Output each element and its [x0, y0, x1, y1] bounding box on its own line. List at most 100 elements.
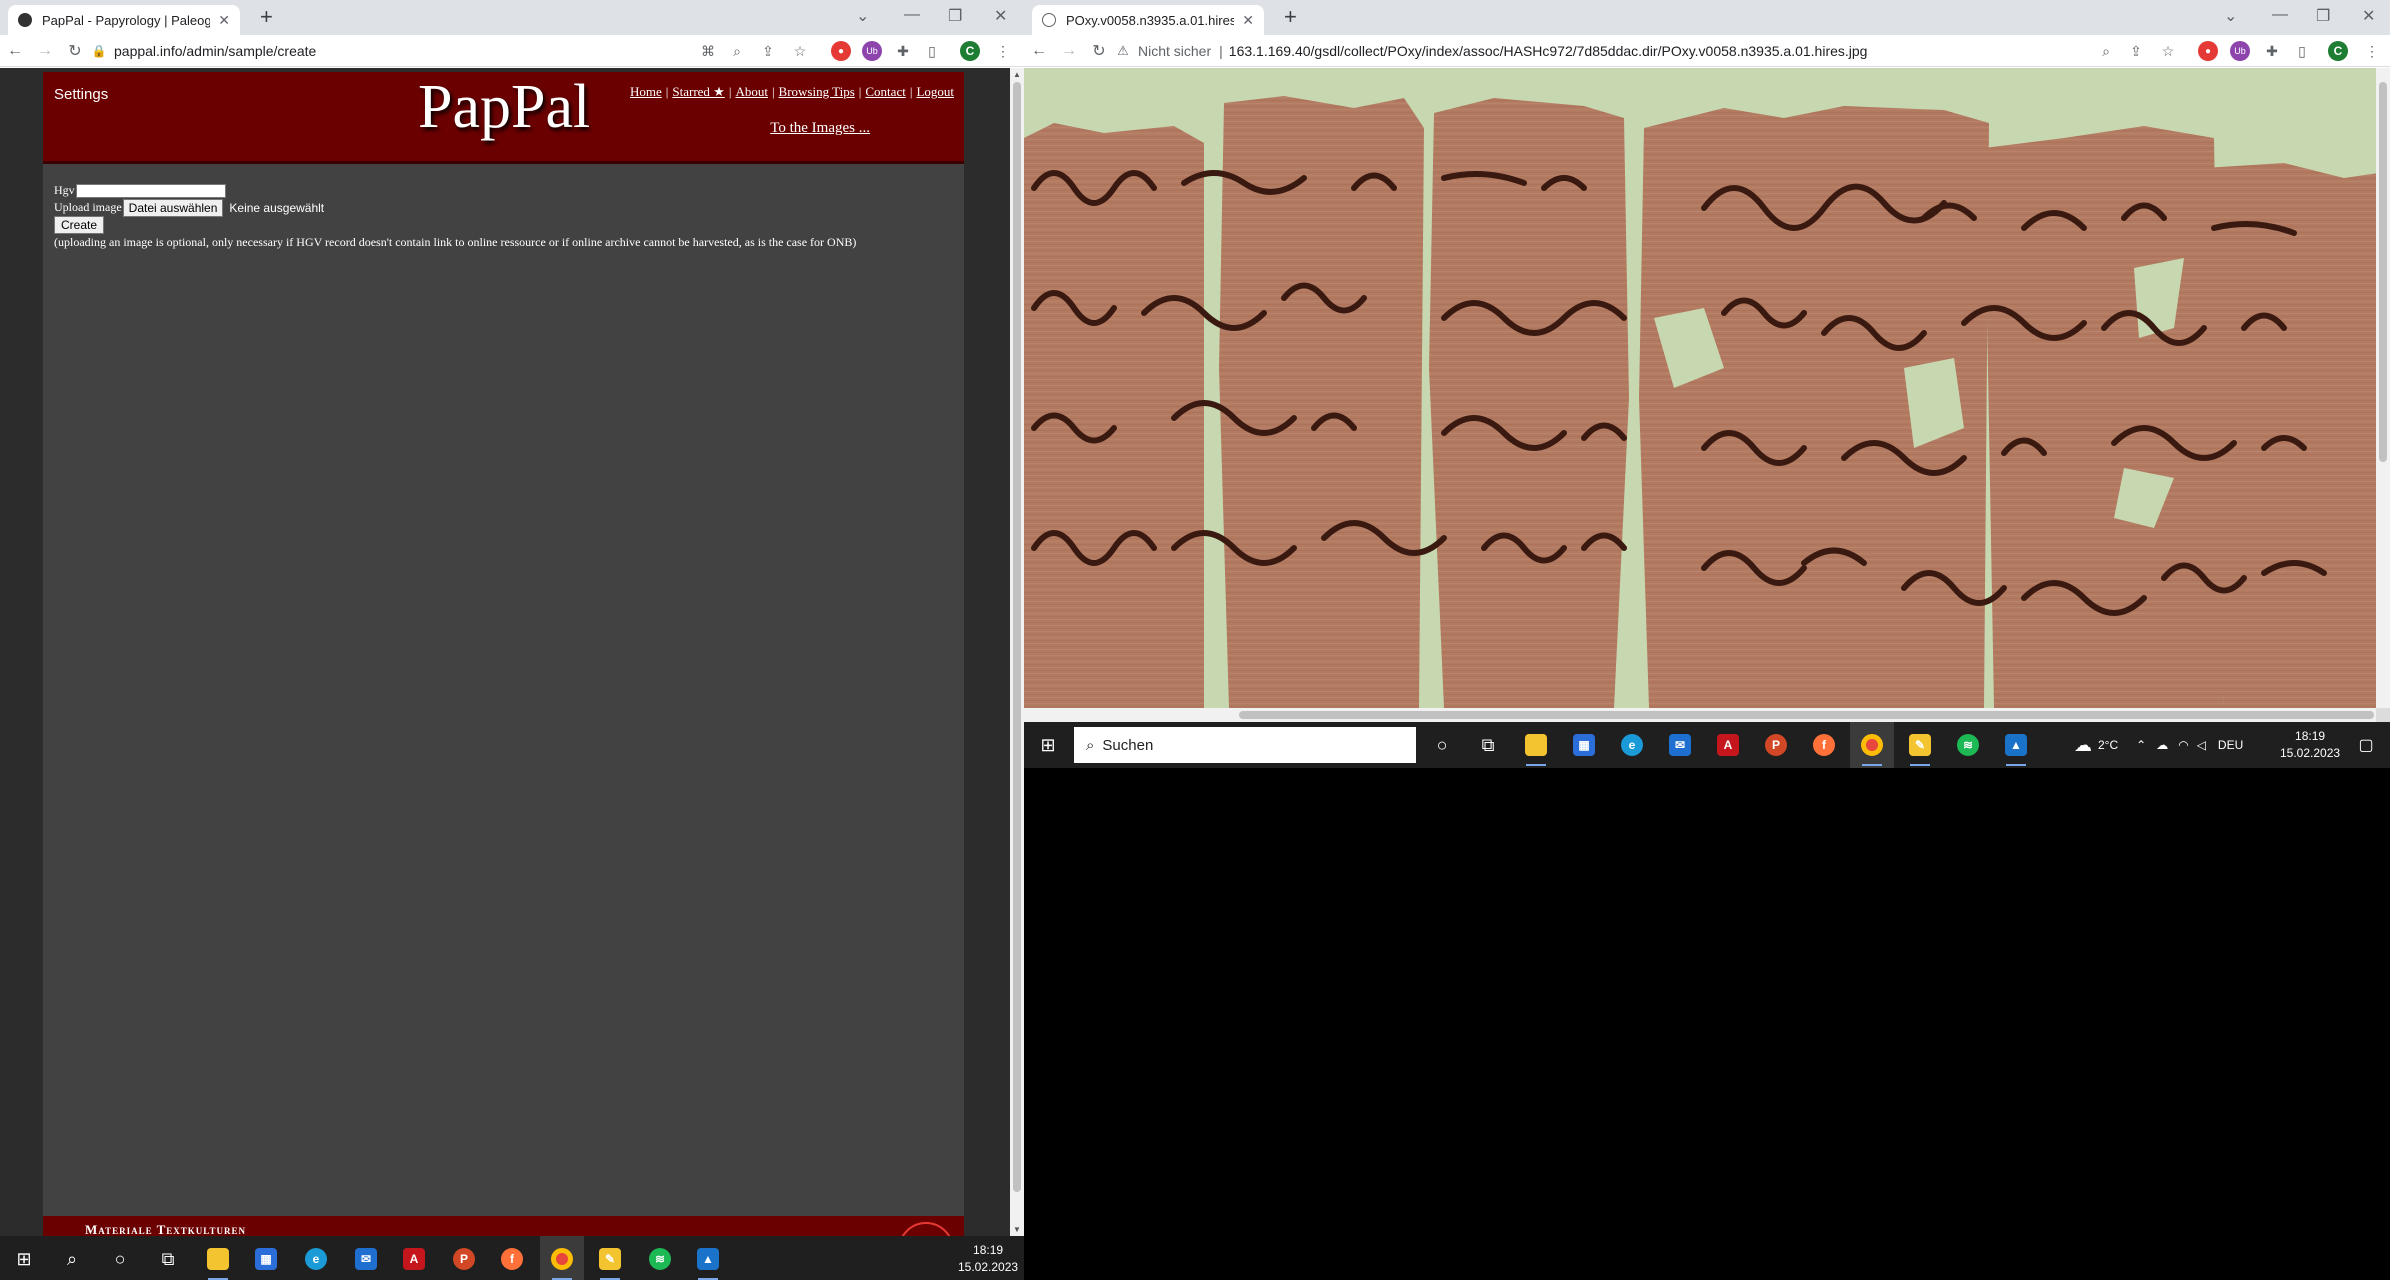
- chrome-icon[interactable]: [1850, 722, 1894, 768]
- settings-link[interactable]: Settings: [54, 86, 108, 103]
- weather-temp[interactable]: 2°C: [2098, 738, 2118, 752]
- share-icon[interactable]: ⇪: [2126, 41, 2146, 61]
- restore-button[interactable]: ❐: [948, 6, 962, 26]
- share-icon[interactable]: ⇪: [758, 41, 778, 61]
- powerpoint-icon[interactable]: P: [442, 1236, 486, 1280]
- photos-icon[interactable]: ▲: [1994, 722, 2038, 768]
- new-tab-button[interactable]: +: [1284, 4, 1297, 30]
- reload-icon[interactable]: ↻: [1084, 41, 1114, 61]
- search-icon[interactable]: ⌕: [50, 1236, 94, 1280]
- url-field[interactable]: 163.1.169.40/gsdl/collect/POxy/index/ass…: [1229, 43, 1868, 59]
- back-icon[interactable]: ←: [1024, 42, 1054, 60]
- new-tab-button[interactable]: +: [260, 4, 273, 30]
- spotify-icon[interactable]: ≋: [1946, 722, 1990, 768]
- firefox-icon[interactable]: f: [1802, 722, 1846, 768]
- scrollbar-thumb[interactable]: [1013, 82, 1021, 1192]
- translate-icon[interactable]: ⌘: [698, 41, 718, 61]
- security-label[interactable]: Nicht sicher: [1138, 43, 1211, 59]
- extension-red-icon[interactable]: ●: [831, 41, 851, 61]
- reload-icon[interactable]: ↻: [60, 41, 90, 61]
- tab-pappal[interactable]: PapPal - Papyrology | Paleograph ✕: [8, 5, 240, 35]
- task-view-icon[interactable]: ⧉: [1466, 722, 1510, 768]
- file-explorer-icon[interactable]: [196, 1236, 240, 1280]
- menu-icon[interactable]: ⋮: [2362, 41, 2382, 61]
- chrome-icon[interactable]: [540, 1236, 584, 1280]
- nav-browsing-tips[interactable]: Browsing Tips: [779, 84, 855, 99]
- menu-icon[interactable]: ⋮: [993, 41, 1013, 61]
- extensions-puzzle-icon[interactable]: ✚: [893, 41, 913, 61]
- mail-icon[interactable]: ✉: [344, 1236, 388, 1280]
- forward-icon[interactable]: →: [30, 42, 60, 60]
- windows-start-icon[interactable]: ⊞: [2, 1236, 46, 1280]
- store-icon[interactable]: ▦: [1562, 722, 1606, 768]
- weather-icon[interactable]: ☁: [2074, 735, 2092, 756]
- nav-starred[interactable]: Starred ★: [672, 84, 724, 99]
- side-panel-icon[interactable]: ▯: [922, 41, 942, 61]
- extension-purple-icon[interactable]: Ub: [2230, 41, 2250, 61]
- cortana-icon[interactable]: ○: [1420, 722, 1464, 768]
- bookmark-star-icon[interactable]: ☆: [2158, 41, 2178, 61]
- right-clock[interactable]: 18:19 15.02.2023: [2280, 728, 2340, 762]
- scrollbar-thumb[interactable]: [1239, 711, 2374, 719]
- bookmark-star-icon[interactable]: ☆: [790, 41, 810, 61]
- nav-home[interactable]: Home: [630, 84, 662, 99]
- url-field[interactable]: pappal.info/admin/sample/create: [114, 43, 316, 59]
- file-explorer-icon[interactable]: [1514, 722, 1558, 768]
- store-icon[interactable]: ▦: [244, 1236, 288, 1280]
- extensions-puzzle-icon[interactable]: ✚: [2262, 41, 2282, 61]
- edge-icon[interactable]: e: [294, 1236, 338, 1280]
- acrobat-icon[interactable]: A: [392, 1236, 436, 1280]
- notes-icon[interactable]: ✎: [588, 1236, 632, 1280]
- to-the-images-link[interactable]: To the Images ...: [770, 120, 870, 137]
- nav-about[interactable]: About: [735, 84, 768, 99]
- scroll-up-arrow-icon[interactable]: ▲: [1013, 70, 1021, 79]
- powerpoint-icon[interactable]: P: [1754, 722, 1798, 768]
- minimize-button[interactable]: —: [2272, 6, 2288, 24]
- restore-button[interactable]: ❐: [2316, 6, 2330, 26]
- zoom-icon[interactable]: ⌕: [727, 41, 747, 61]
- scrollbar-thumb[interactable]: [2379, 82, 2387, 462]
- bottom-clock[interactable]: 18:19 15.02.2023: [958, 1242, 1018, 1276]
- create-button[interactable]: Create: [54, 215, 105, 234]
- nav-contact[interactable]: Contact: [865, 84, 905, 99]
- taskbar-search-box[interactable]: ⌕ Suchen: [1074, 727, 1416, 763]
- profile-avatar[interactable]: C: [2328, 41, 2348, 61]
- hgv-input[interactable]: [75, 183, 226, 198]
- extension-purple-icon[interactable]: Ub: [862, 41, 882, 61]
- extension-red-icon[interactable]: ●: [2198, 41, 2218, 61]
- left-vertical-scrollbar[interactable]: ▲ ▼: [1010, 68, 1024, 1236]
- profile-avatar[interactable]: C: [960, 41, 980, 61]
- tab-papyrus-image[interactable]: POxy.v0058.n3935.a.01.hires.jpg ✕: [1032, 5, 1264, 35]
- onedrive-icon[interactable]: ☁: [2156, 738, 2168, 752]
- acrobat-icon[interactable]: A: [1706, 722, 1750, 768]
- papyrus-image-viewer[interactable]: [1024, 68, 2376, 708]
- close-tab-icon[interactable]: ✕: [1242, 12, 1254, 29]
- zoom-icon[interactable]: ⌕: [2096, 41, 2116, 61]
- minimize-button[interactable]: —: [904, 6, 920, 24]
- close-window-button[interactable]: ✕: [994, 6, 1007, 26]
- right-vertical-scrollbar[interactable]: [2376, 68, 2390, 708]
- close-window-button[interactable]: ✕: [2362, 6, 2375, 26]
- scroll-down-arrow-icon[interactable]: ▼: [1013, 1225, 1021, 1234]
- notification-icon[interactable]: ▢: [2344, 722, 2388, 768]
- choose-file-button[interactable]: Datei auswählen: [122, 198, 224, 217]
- nav-logout[interactable]: Logout: [916, 84, 954, 99]
- task-view-icon[interactable]: ⧉: [146, 1236, 190, 1280]
- notes-icon[interactable]: ✎: [1898, 722, 1942, 768]
- tab-search-icon[interactable]: ⌄: [2224, 6, 2237, 26]
- firefox-icon[interactable]: f: [490, 1236, 534, 1280]
- wifi-icon[interactable]: ◠: [2178, 738, 2188, 752]
- close-tab-icon[interactable]: ✕: [218, 12, 230, 29]
- spotify-icon[interactable]: ≋: [638, 1236, 682, 1280]
- cortana-icon[interactable]: ○: [98, 1236, 142, 1280]
- forward-icon[interactable]: →: [1054, 42, 1084, 60]
- edge-icon[interactable]: e: [1610, 722, 1654, 768]
- pappal-logo[interactable]: PapPal: [418, 72, 590, 143]
- chevron-up-icon[interactable]: ⌃: [2136, 738, 2146, 752]
- tab-search-icon[interactable]: ⌄: [856, 6, 869, 26]
- back-icon[interactable]: ←: [0, 42, 30, 60]
- right-horizontal-scrollbar[interactable]: [1024, 708, 2376, 722]
- speaker-icon[interactable]: ◁: [2197, 738, 2206, 752]
- windows-start-icon[interactable]: ⊞: [1026, 722, 1070, 768]
- photos-icon[interactable]: ▲: [686, 1236, 730, 1280]
